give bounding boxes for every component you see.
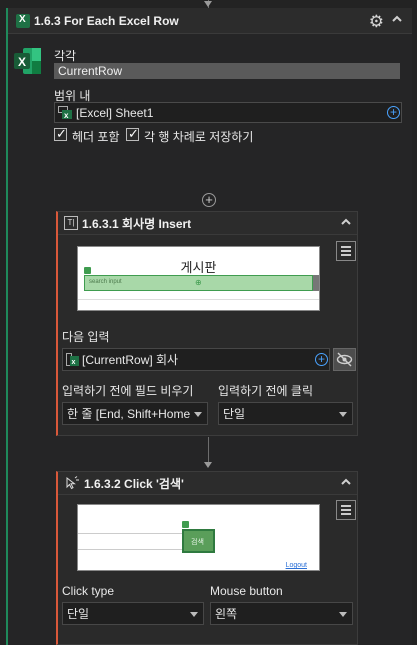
add-action-icon[interactable]: + xyxy=(202,193,216,207)
next-input-label: 다음 입력 xyxy=(62,330,110,344)
thumb-divider xyxy=(78,299,319,300)
connector-arrow xyxy=(204,462,212,468)
target-icon: ⊕ xyxy=(195,278,202,287)
next-input-field[interactable]: x [CurrentRow] 회사 xyxy=(62,348,330,371)
click-type-value: 단일 xyxy=(67,607,90,621)
thumb-button-label: 검색 xyxy=(191,539,204,546)
target-marker xyxy=(182,521,189,528)
range-value: [Excel] Sheet1 xyxy=(76,105,154,120)
chevron-down-icon xyxy=(190,612,198,617)
mouse-button-select[interactable]: 왼쪽 xyxy=(210,602,353,625)
svg-text:X: X xyxy=(18,55,26,69)
action-card-click[interactable]: 1.6.3.2 Click '검색' 검색 Logout Click type … xyxy=(56,471,358,645)
each-label: 각각 xyxy=(54,49,77,63)
click-type-select[interactable]: 단일 xyxy=(62,602,204,625)
block-header[interactable]: 1.6.3 For Each Excel Row ⚙ xyxy=(8,8,412,34)
screenshot-thumbnail: 게시판 search input ⊕ xyxy=(77,246,320,311)
thumb-line xyxy=(78,533,183,534)
thumb-logout-link: Logout xyxy=(285,562,307,569)
collapse-icon[interactable] xyxy=(341,478,351,486)
thumb-scrollbar xyxy=(313,275,319,291)
collapse-icon[interactable] xyxy=(341,218,351,226)
excel-icon xyxy=(16,13,30,28)
card-title: 1.6.3.1 회사명 Insert xyxy=(82,216,192,231)
chevron-down-icon xyxy=(194,412,202,417)
connector-line xyxy=(208,437,209,463)
gear-icon[interactable]: ⚙ xyxy=(369,12,384,32)
card-header[interactable]: T| 1.6.3.1 회사명 Insert xyxy=(58,212,357,235)
mouse-click-icon xyxy=(66,476,79,490)
mouse-button-label: Mouse button xyxy=(210,584,283,598)
clear-before-input-label: 입력하기 전에 필드 비우기 xyxy=(62,384,194,398)
thumb-search-button: 검색 xyxy=(182,529,215,553)
click-before-input-label: 입력하기 전에 클릭 xyxy=(218,384,313,398)
thumb-heading: 게시판 xyxy=(180,260,217,275)
add-variable-icon[interactable]: + xyxy=(387,106,400,119)
workflow-canvas: 1.6.3 For Each Excel Row ⚙ X 각각 CurrentR… xyxy=(0,0,417,645)
card-title: 1.6.3.2 Click '검색' xyxy=(84,476,184,491)
thumb-input-hint: search input xyxy=(89,279,122,285)
click-type-label: Click type xyxy=(62,584,115,598)
save-each-row-checkbox[interactable] xyxy=(126,126,139,142)
click-before-input-select[interactable]: 단일 xyxy=(218,402,353,425)
variable-link-icon: x xyxy=(58,105,72,120)
add-variable-icon[interactable]: + xyxy=(315,353,328,366)
thumb-target-highlight: search input ⊕ xyxy=(84,275,313,291)
block-title: 1.6.3 For Each Excel Row xyxy=(34,13,179,28)
range-field[interactable]: x [Excel] Sheet1 xyxy=(54,102,402,123)
save-each-row-label: 각 행 차례로 저장하기 xyxy=(144,130,254,144)
include-header-checkbox[interactable] xyxy=(54,126,67,142)
collapse-icon[interactable] xyxy=(392,14,402,24)
hide-value-icon[interactable] xyxy=(333,348,356,371)
type-text-icon: T| xyxy=(64,216,78,230)
action-card-insert[interactable]: T| 1.6.3.1 회사명 Insert 게시판 search input ⊕… xyxy=(56,211,358,436)
clear-before-input-value: 한 줄 [End, Shift+Home xyxy=(67,407,191,421)
excel-logo-icon: X xyxy=(14,48,41,74)
menu-icon[interactable] xyxy=(336,500,356,520)
next-input-value: [CurrentRow] 회사 xyxy=(82,353,179,367)
menu-icon[interactable] xyxy=(336,241,356,261)
card-header[interactable]: 1.6.3.2 Click '검색' xyxy=(58,472,357,495)
each-variable-field[interactable]: CurrentRow xyxy=(54,63,400,79)
connector-arrow xyxy=(204,1,212,7)
chevron-down-icon xyxy=(339,612,347,617)
target-marker xyxy=(84,267,91,274)
screenshot-thumbnail: 검색 Logout xyxy=(77,504,320,571)
variable-link-icon: x xyxy=(66,352,79,366)
include-header-label: 헤더 포함 xyxy=(72,130,120,144)
svg-text:x: x xyxy=(64,111,69,120)
mouse-button-value: 왼쪽 xyxy=(215,607,238,621)
clear-before-input-select[interactable]: 한 줄 [End, Shift+Home xyxy=(62,402,208,425)
svg-text:x: x xyxy=(72,359,76,366)
chevron-down-icon xyxy=(339,412,347,417)
thumb-line xyxy=(78,549,183,550)
click-before-input-value: 단일 xyxy=(223,407,246,421)
